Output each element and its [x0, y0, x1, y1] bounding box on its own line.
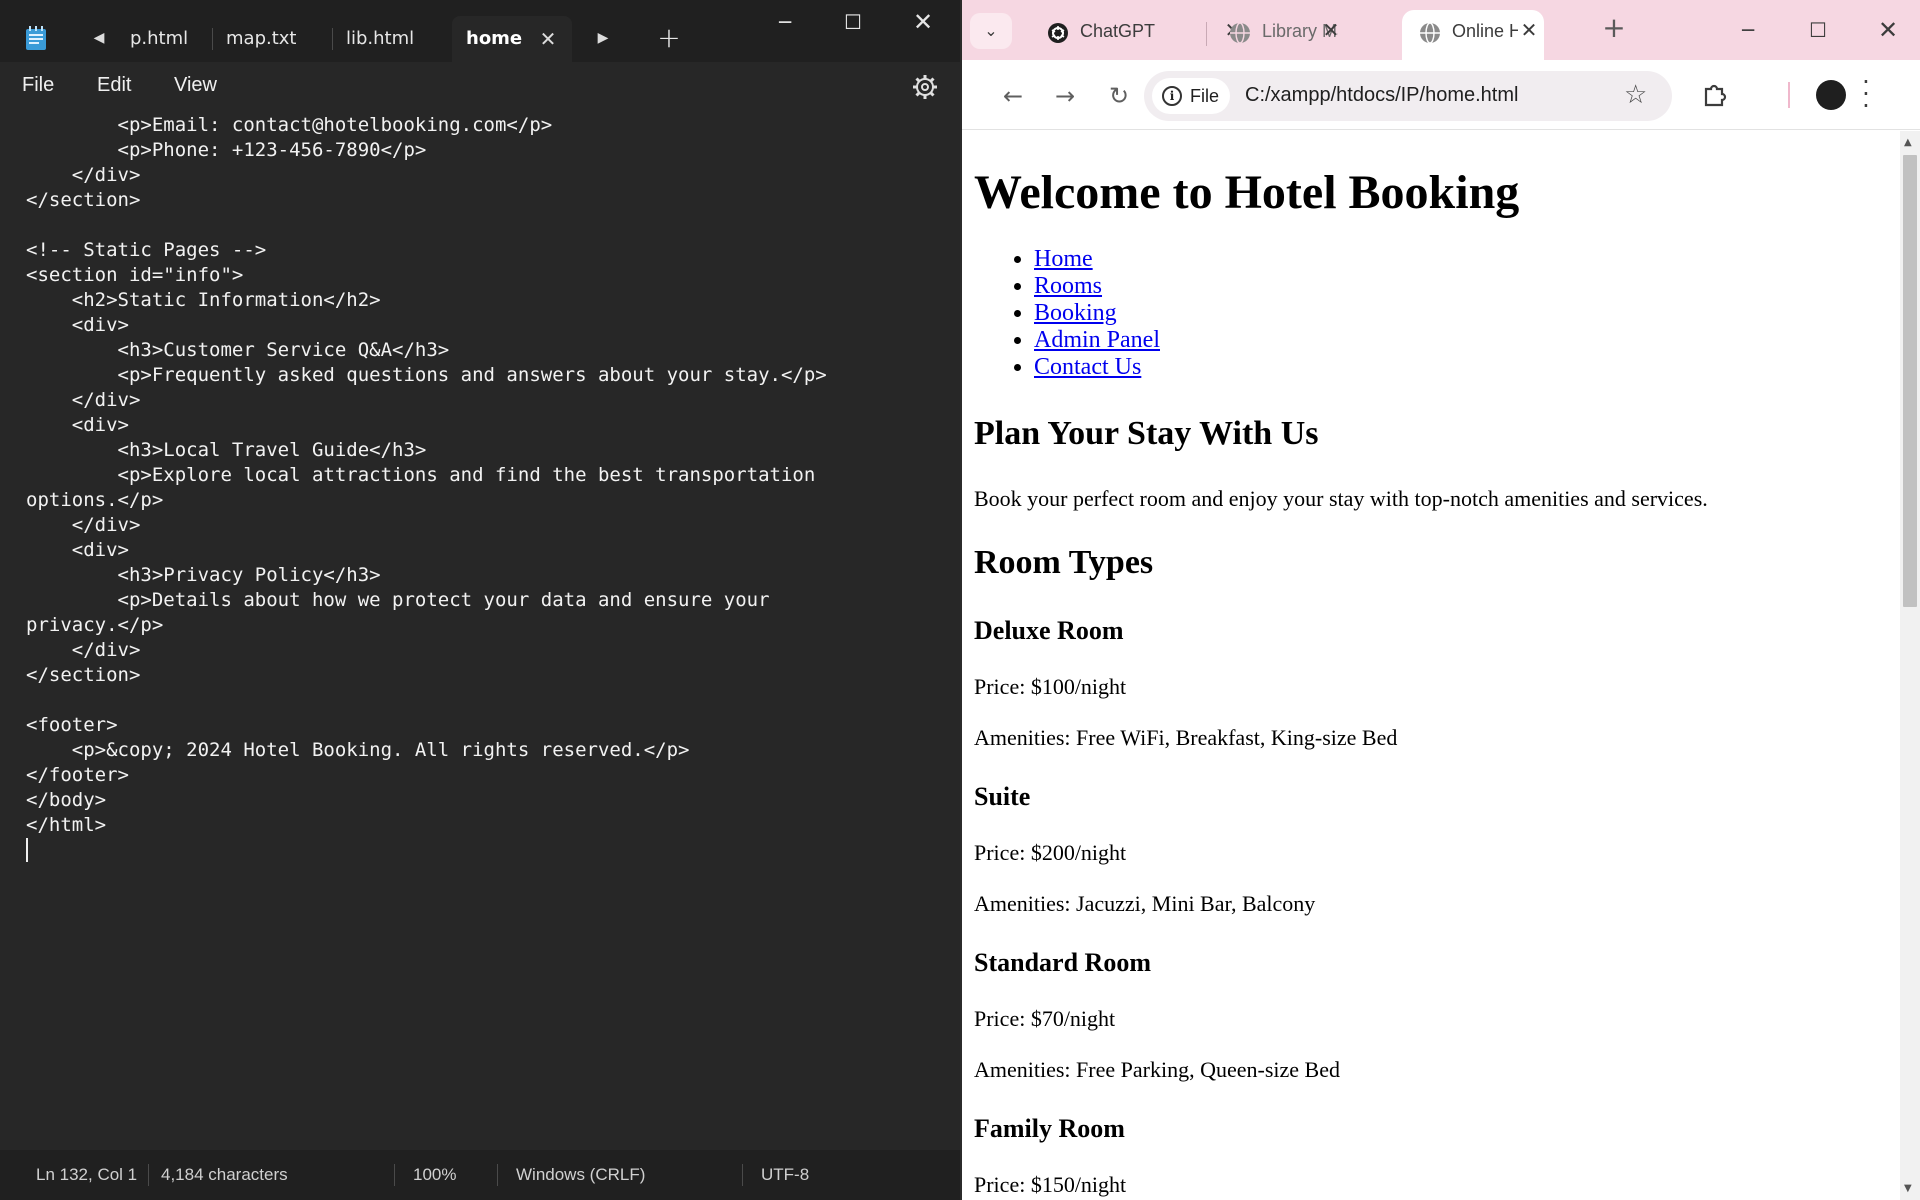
status-cursor-position: Ln 132, Col 1 [36, 1165, 138, 1184]
profile-avatar[interactable] [1816, 80, 1846, 110]
browser-tab-online-hotel[interactable]: Online Ho ✕ [1402, 10, 1544, 60]
status-divider [742, 1164, 743, 1186]
room-price: Price: $70/night [974, 1006, 1116, 1031]
room-amenities: Amenities: Free Parking, Queen-size Bed [974, 1057, 1340, 1082]
page-viewport: Welcome to Hotel Booking Home Rooms Book… [962, 131, 1900, 1200]
status-divider [394, 1164, 395, 1186]
room-price: Price: $100/night [974, 674, 1127, 699]
menu-file[interactable]: File [22, 74, 54, 97]
status-divider [497, 1164, 498, 1186]
nav-item: Rooms [1034, 273, 1160, 300]
maximize-icon[interactable]: ☐ [1790, 8, 1846, 52]
browser-toolbar: ← → ↻ i File C:/xampp/htdocs/IP/home.htm… [962, 60, 1920, 130]
status-zoom: 100% [413, 1165, 457, 1184]
nav-link-booking[interactable]: Booking [1034, 300, 1117, 326]
notepad-tab-lib-html[interactable]: lib.html [332, 16, 452, 62]
chatgpt-icon [1048, 23, 1068, 43]
status-line-ending: Windows (CRLF) [516, 1165, 646, 1184]
back-arrow-icon[interactable]: ← [996, 80, 1030, 114]
more-menu-icon[interactable]: · · · [1862, 70, 1870, 118]
info-icon: i [1162, 86, 1182, 106]
extensions-puzzle-icon[interactable] [1700, 80, 1730, 110]
address-bar[interactable]: i File C:/xampp/htdocs/IP/home.html ☆ [1144, 71, 1672, 121]
nav-link-rooms[interactable]: Rooms [1034, 273, 1102, 299]
browser-window: ⌄ ChatGPT ✕ Library Ma ✕ [962, 0, 1920, 1200]
tab-label: home [466, 28, 523, 49]
text-editor-area[interactable]: <p>Email: contact@hotelbooking.com</p> <… [0, 112, 960, 1150]
room-price: Price: $150/night [974, 1172, 1127, 1197]
nav-item: Admin Panel [1034, 327, 1160, 354]
tab-label: lib.html [346, 28, 415, 49]
room-price: Price: $200/night [974, 840, 1127, 865]
notepad-tab-p-html[interactable]: p.html [116, 16, 216, 62]
room-name: Suite [974, 782, 1031, 811]
page-scrollbar[interactable]: ▲ ▼ [1900, 131, 1920, 1200]
close-tab-icon[interactable]: ✕ [1518, 20, 1540, 42]
notepad-app-icon [26, 26, 46, 50]
editor-code-text[interactable]: <p>Email: contact@hotelbooking.com</p> <… [26, 113, 827, 838]
globe-icon [1420, 22, 1440, 44]
nav-link-admin-panel[interactable]: Admin Panel [1034, 327, 1160, 353]
new-tab-button[interactable]: + [1599, 14, 1629, 44]
scroll-down-icon[interactable]: ▼ [1904, 1183, 1912, 1194]
globe-icon [1230, 22, 1250, 44]
room-name: Family Room [974, 1114, 1125, 1143]
browser-tab-strip: ⌄ ChatGPT ✕ Library Ma ✕ [962, 0, 1920, 60]
notepad-title-bar: ◀ p.html map.txt lib.html home ✕ ▶ + ─ ☐… [0, 0, 960, 62]
status-divider [148, 1164, 149, 1186]
nav-item: Booking [1034, 300, 1160, 327]
minimize-icon[interactable]: ─ [1720, 8, 1776, 52]
notepad-status-bar: Ln 132, Col 1 4,184 characters 100% Wind… [0, 1150, 960, 1200]
notepad-window: ◀ p.html map.txt lib.html home ✕ ▶ + ─ ☐… [0, 0, 960, 1200]
tab-label: p.html [130, 28, 189, 49]
browser-tab-chatgpt[interactable]: ChatGPT ✕ [1030, 10, 1241, 60]
nav-item: Home [1034, 246, 1160, 273]
page-title: Welcome to Hotel Booking [974, 166, 1520, 219]
plan-heading: Plan Your Stay With Us [974, 415, 1319, 452]
tab-label: ChatGPT [1080, 21, 1156, 41]
notepad-menu-bar: File Edit View [0, 62, 960, 112]
nav-link-home[interactable]: Home [1034, 246, 1093, 272]
minimize-icon[interactable]: ─ [752, 0, 818, 46]
room-name: Standard Room [974, 948, 1151, 977]
status-encoding: UTF-8 [761, 1165, 810, 1184]
site-nav-list: Home Rooms Booking Admin Panel Contact U… [1034, 246, 1160, 381]
url-text[interactable]: C:/xampp/htdocs/IP/home.html [1245, 84, 1518, 107]
tab-divider [1206, 22, 1207, 46]
notepad-tab-map-txt[interactable]: map.txt [212, 16, 332, 62]
menu-edit[interactable]: Edit [97, 74, 131, 97]
forward-arrow-icon[interactable]: → [1048, 80, 1082, 114]
text-caret [26, 838, 28, 862]
tab-search-chevron-down-icon[interactable]: ⌄ [970, 13, 1012, 49]
close-window-icon[interactable]: ✕ [890, 0, 956, 46]
room-name: Deluxe Room [974, 616, 1124, 645]
scroll-up-icon[interactable]: ▲ [1904, 137, 1912, 148]
room-amenities: Amenities: Free WiFi, Breakfast, King-si… [974, 725, 1398, 750]
room-amenities: Amenities: Jacuzzi, Mini Bar, Balcony [974, 891, 1316, 916]
settings-gear-icon[interactable] [912, 74, 938, 100]
site-info-chip[interactable]: i File [1152, 78, 1230, 114]
close-window-icon[interactable]: ✕ [1860, 8, 1916, 52]
nav-item: Contact Us [1034, 354, 1160, 381]
close-tab-icon[interactable]: ✕ [1320, 20, 1342, 42]
status-character-count: 4,184 characters [161, 1165, 288, 1184]
site-chip-label: File [1190, 86, 1220, 106]
notepad-tab-home[interactable]: home ✕ [452, 16, 572, 62]
toolbar-divider [1788, 82, 1790, 108]
tab-label: Online Ho [1452, 21, 1518, 41]
tab-scroll-right-icon[interactable]: ▶ [592, 27, 614, 49]
close-tab-icon[interactable]: ✕ [538, 29, 558, 49]
new-tab-button[interactable]: + [656, 24, 682, 54]
bookmark-star-icon[interactable]: ☆ [1624, 81, 1647, 109]
menu-view[interactable]: View [174, 74, 217, 97]
maximize-icon[interactable]: ☐ [820, 0, 886, 46]
reload-icon[interactable]: ↻ [1102, 80, 1136, 114]
browser-tab-library[interactable]: Library Ma ✕ [1212, 10, 1354, 60]
tab-scroll-left-icon[interactable]: ◀ [88, 27, 110, 49]
plan-text: Book your perfect room and enjoy your st… [974, 486, 1708, 511]
scrollbar-thumb[interactable] [1903, 155, 1917, 607]
tab-label: map.txt [226, 28, 297, 49]
nav-link-contact-us[interactable]: Contact Us [1034, 354, 1141, 380]
room-types-heading: Room Types [974, 544, 1154, 581]
